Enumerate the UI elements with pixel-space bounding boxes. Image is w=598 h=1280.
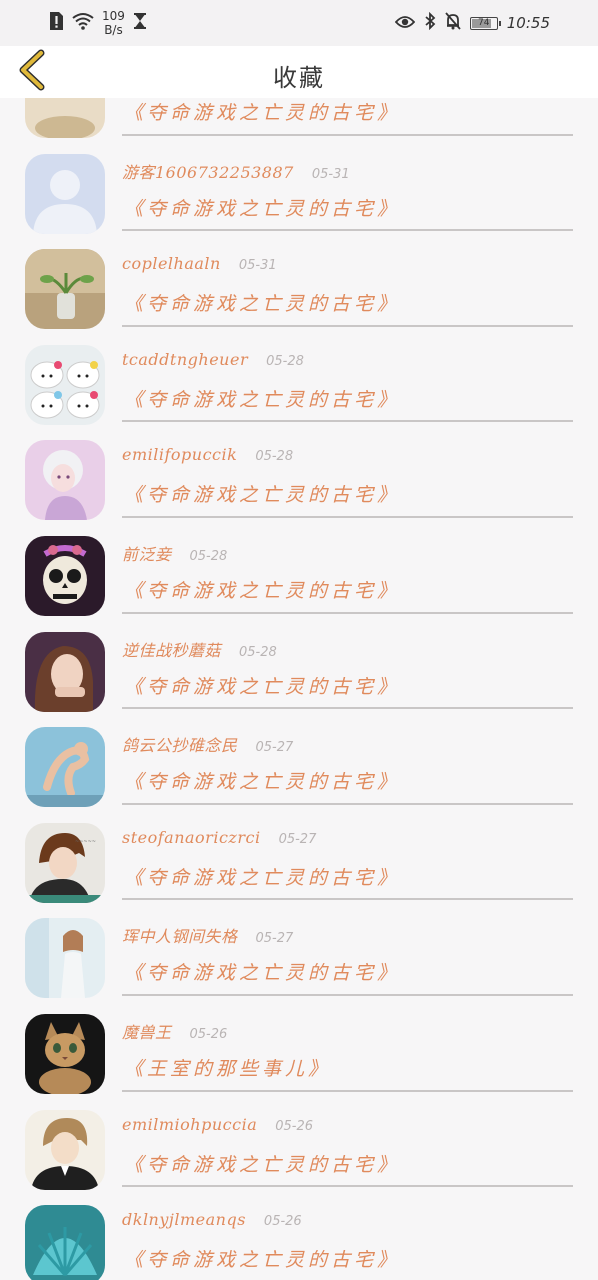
sugar-skull-avatar[interactable] [25,535,105,616]
list-item[interactable]: 鸽云公抄碓念民 05-27 《夺命游戏之亡灵的古宅》 [0,709,598,808]
user-name: emilmiohpuccia 05-26 [122,1115,313,1134]
user-name-text: 魔兽王 [122,1022,172,1042]
network-speed-unit: B/s [104,23,123,37]
favorite-date: 05-26 [263,1214,302,1230]
status-left: 109 B/s [48,8,147,38]
list-item[interactable]: 逆佳战秒蘑菇 05-28 《夺命游戏之亡灵的古宅》 [0,614,598,712]
wifi-icon [72,12,94,34]
user-name: 珲中人钢间失格 05-27 [122,923,293,947]
svg-text:~~~~~: ~~~~~ [75,839,96,845]
clock: 10:55 [506,14,550,32]
kitten-avatar[interactable] [25,1013,105,1094]
favorite-date: 05-31 [238,258,277,274]
favorite-date: 05-26 [189,1026,228,1042]
list-item[interactable]: 《夺命游戏之亡灵的古宅》 [0,98,598,138]
list-item[interactable]: ~~~~~ steofanaoriczrci 05-27 《夺命游戏之亡灵的古宅》 [0,805,598,903]
seashell-avatar[interactable] [25,1205,105,1280]
book-title[interactable]: 《夺命游戏之亡灵的古宅》 [124,98,400,125]
user-name-text: 鸽云公抄碓念民 [122,736,238,756]
favorite-date: 05-26 [275,1118,314,1134]
book-title[interactable]: 《夺命游戏之亡灵的古宅》 [124,385,400,412]
user-name: 游客1606732253887 05-31 [122,159,350,183]
battery-level: 74 [478,17,490,28]
user-name-text: 逆佳战秒蘑菇 [122,640,222,660]
favorite-date: 05-27 [278,831,317,847]
book-title[interactable]: 《夺命游戏之亡灵的古宅》 [124,289,400,316]
list-item[interactable]: emilifopuccik 05-28 《夺命游戏之亡灵的古宅》 [0,422,598,521]
favorites-list[interactable]: 《夺命游戏之亡灵的古宅》 游客1606732253887 05-31 《夺命游戏之… [0,98,598,1280]
network-speed-value: 109 [102,9,125,23]
anime-girl-avatar[interactable] [25,440,105,521]
book-title[interactable]: 《夺命游戏之亡灵的古宅》 [124,1245,400,1272]
book-title[interactable]: 《夺命游戏之亡灵的古宅》 [124,194,400,221]
favorite-date: 05-28 [266,353,304,369]
list-item[interactable]: emilmiohpuccia 05-26 《夺命游戏之亡灵的古宅》 [0,1092,598,1190]
favorites-list-inner: 《夺命游戏之亡灵的古宅》 游客1606732253887 05-31 《夺命游戏之… [0,98,598,1280]
plant-in-vase-avatar[interactable] [25,249,105,330]
user-name: coplelhaaln 05-31 [122,254,277,273]
user-name-text: tcaddtngheuer [122,349,249,369]
favorite-date: 05-31 [311,166,350,182]
partial-avatar[interactable] [25,98,105,138]
girl-window-avatar[interactable] [25,918,105,999]
user-name-text: 前泛妾 [122,544,172,564]
user-name: tcaddtngheuer 05-28 [122,350,304,369]
user-name: steofanaoriczrci 05-27 [122,828,316,847]
list-item[interactable]: 游客1606732253887 05-31 《夺命游戏之亡灵的古宅》 [0,136,598,234]
list-item[interactable]: coplelhaaln 05-31 《夺命游戏之亡灵的古宅》 [0,231,598,330]
user-name-text: 珲中人钢间失格 [122,927,238,947]
anime-boy-avatar[interactable] [25,1109,105,1190]
boy-portrait-avatar[interactable]: ~~~~~ [25,822,105,903]
user-name: 前泛妾 05-28 [122,541,227,565]
book-title[interactable]: 《夺命游戏之亡灵的古宅》 [124,576,400,603]
bluetooth-icon [424,11,436,34]
hourglass-icon [133,12,147,34]
book-title[interactable]: 《夺命游戏之亡灵的古宅》 [124,672,400,699]
user-name-text: coplelhaaln [122,254,221,274]
book-title[interactable]: 《夺命游戏之亡灵的古宅》 [124,480,400,507]
list-item[interactable]: 珲中人钢间失格 05-27 《夺命游戏之亡灵的古宅》 [0,900,598,999]
user-name-text: dklnyjlmeanqs [122,1210,246,1230]
favorite-date: 05-28 [239,644,277,660]
alert-sim-icon [48,11,64,35]
book-title[interactable]: 《夺命游戏之亡灵的古宅》 [124,863,400,890]
user-name-text: emilmiohpuccia [122,1114,258,1134]
user-name-text: steofanaoriczrci [122,827,261,847]
header: 收藏 [0,46,598,98]
book-title[interactable]: 《夺命游戏之亡灵的古宅》 [124,958,400,985]
user-name: dklnyjlmeanqs 05-26 [122,1210,302,1229]
battery-icon: 74 [469,16,501,30]
list-item[interactable]: dklnyjlmeanqs 05-26 《夺命游戏之亡灵的古宅》 [0,1187,598,1280]
list-item[interactable]: 魔兽王 05-26 《王室的那些事儿》 [0,996,598,1094]
favorite-date: 05-27 [255,931,294,947]
default-user-avatar[interactable] [25,153,105,234]
book-title[interactable]: 《王室的那些事儿》 [124,1054,331,1081]
favorite-date: 05-28 [189,548,228,564]
network-speed: 109 B/s [102,9,125,37]
hello-kitty-avatar[interactable] [25,344,105,425]
user-name-text: 游客1606732253887 [122,162,294,182]
book-title[interactable]: 《夺命游戏之亡灵的古宅》 [124,1150,400,1177]
favorite-date: 05-28 [255,449,294,465]
status-bar: 109 B/s 74 10:55 [0,0,598,46]
user-name: 逆佳战秒蘑菇 05-28 [122,637,277,661]
list-item[interactable]: tcaddtngheuer 05-28 《夺命游戏之亡灵的古宅》 [0,327,598,425]
user-name: 魔兽王 05-26 [122,1019,227,1043]
user-name: emilifopuccik 05-28 [122,445,293,464]
list-item[interactable]: 前泛妾 05-28 《夺命游戏之亡灵的古宅》 [0,518,598,616]
user-name-text: emilifopuccik [122,445,238,465]
book-title[interactable]: 《夺命游戏之亡灵的古宅》 [124,767,400,794]
eye-icon [394,14,415,33]
favorite-date: 05-27 [255,740,294,756]
girl-portrait-avatar[interactable] [25,631,105,712]
dancing-cat-avatar[interactable] [25,727,105,808]
page-title: 收藏 [273,64,325,92]
user-name: 鸽云公抄碓念民 05-27 [122,732,293,756]
status-right: 74 10:55 [394,8,550,38]
bell-muted-icon [445,12,461,34]
